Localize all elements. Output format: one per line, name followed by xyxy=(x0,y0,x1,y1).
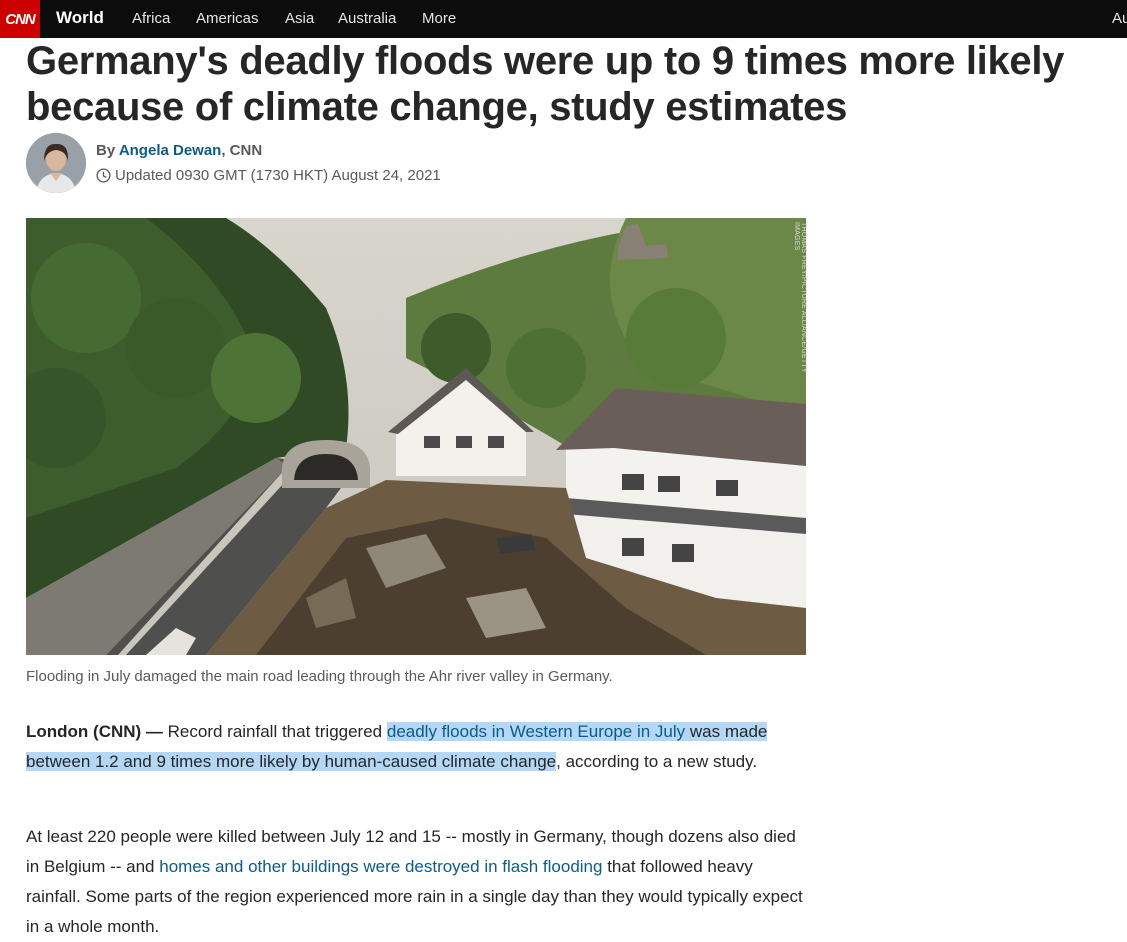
author-link[interactable]: Angela Dewan xyxy=(119,142,222,159)
nav-section-world[interactable]: World xyxy=(56,8,104,28)
nav-item-americas[interactable]: Americas xyxy=(196,10,259,27)
image-caption: Flooding in July damaged the main road l… xyxy=(26,668,613,685)
update-timestamp: Updated 0930 GMT (1730 HKT) August 24, 2… xyxy=(96,167,441,184)
article-paragraph-1: London (CNN) — Record rainfall that trig… xyxy=(26,717,806,777)
nav-item-asia[interactable]: Asia xyxy=(285,10,314,27)
p1-text-1: Record rainfall that triggered xyxy=(162,722,387,741)
byline-prefix: By xyxy=(96,142,116,159)
article-paragraph-2: At least 220 people were killed between … xyxy=(26,822,806,942)
nav-item-africa[interactable]: Africa xyxy=(132,10,170,27)
author-avatar[interactable] xyxy=(26,133,86,193)
dateline: London (CNN) — xyxy=(26,722,163,741)
page-title: Germany's deadly floods were up to 9 tim… xyxy=(26,39,1065,129)
p1-text-3: , according to a new study. xyxy=(556,752,758,771)
cnn-logo[interactable]: CNN xyxy=(0,0,40,38)
top-nav: CNN World Africa Americas Asia Australia… xyxy=(0,0,1127,38)
p2-link-homes-destroyed[interactable]: homes and other buildings were destroyed… xyxy=(159,857,602,876)
byline-outlet: , CNN xyxy=(221,142,263,159)
hero-image[interactable] xyxy=(26,218,806,655)
nav-item-more[interactable]: More xyxy=(422,10,456,27)
image-credit: THOMAS FREY/PICTURE ALLIANCE/GETTY IMAGE… xyxy=(793,222,807,373)
p1-link-deadly-floods[interactable]: deadly floods in Western Europe in July xyxy=(386,722,686,741)
nav-item-cut[interactable]: Au xyxy=(1112,10,1127,27)
nav-item-australia[interactable]: Australia xyxy=(338,10,396,27)
update-text: Updated 0930 GMT (1730 HKT) August 24, 2… xyxy=(115,167,441,184)
clock-icon xyxy=(96,168,111,183)
byline: By Angela Dewan, CNN xyxy=(96,142,262,159)
